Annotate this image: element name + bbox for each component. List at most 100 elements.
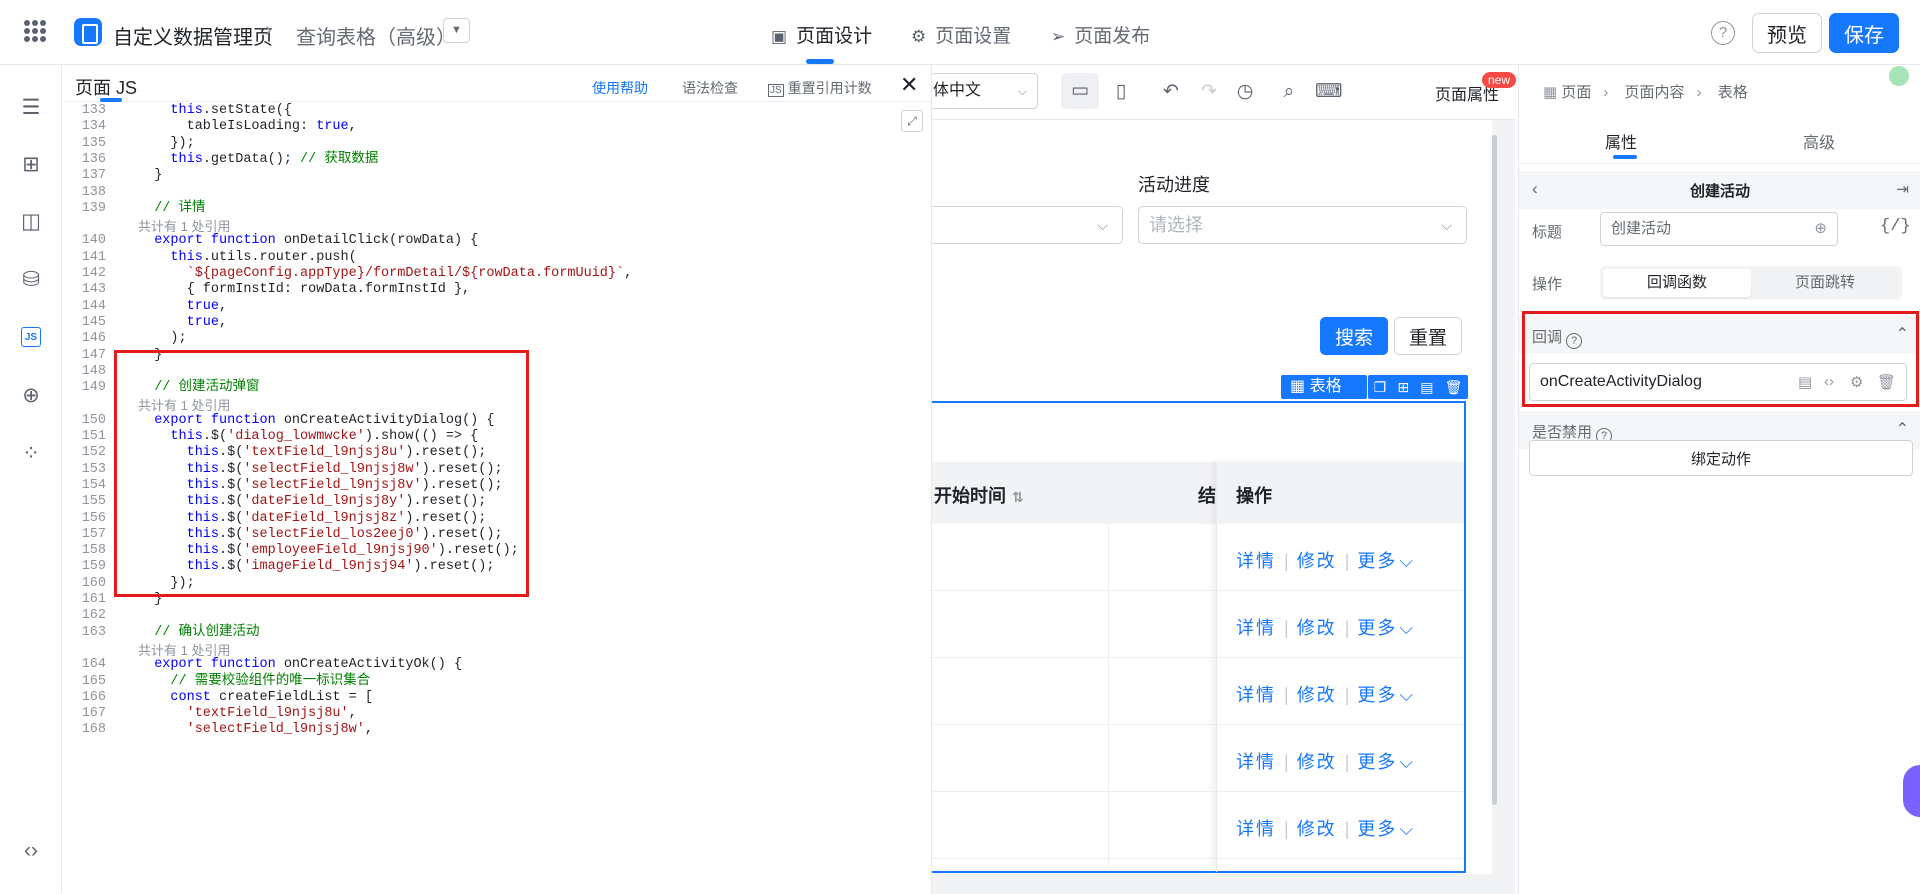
segment-callback[interactable]: 回调函数 (1603, 269, 1751, 297)
reset-button[interactable]: 重置 (1394, 317, 1462, 355)
globe-icon[interactable]: ⊕ (1814, 213, 1827, 245)
segment-page-jump[interactable]: 页面跳转 (1751, 269, 1899, 297)
breadcrumb-item[interactable]: 表格 (1718, 84, 1748, 101)
code-text[interactable]: // 需要校验组件的唯一标识集合 (138, 674, 370, 690)
table-row-divider (930, 791, 1464, 792)
filter-select-left[interactable]: ⌵ (900, 206, 1123, 244)
bind-action-button[interactable]: 绑定动作 (1529, 440, 1913, 476)
more-dropdown[interactable]: 更多 (1357, 752, 1397, 772)
code-text[interactable]: `${pageConfig.appType}/formDetail/${rowD… (138, 266, 633, 282)
copy-icon[interactable]: ❐ (1374, 379, 1387, 396)
code-text[interactable]: { formInstId: rowData.formInstId }, (138, 282, 471, 298)
exit-icon[interactable]: ⇥ (1896, 180, 1909, 198)
more-dropdown[interactable]: 更多 (1357, 551, 1397, 571)
tab-page-publish[interactable]: ➢ 页面发布 (1051, 21, 1150, 48)
breadcrumb-item[interactable]: 页面 (1561, 84, 1591, 101)
chevron-down-icon: ⌵ (1441, 217, 1452, 233)
keyboard-icon[interactable]: ⌨ (1315, 79, 1342, 105)
canvas-scrollbar[interactable] (1492, 135, 1497, 805)
code-text[interactable]: 'textField_l9njsj8u', (138, 706, 357, 722)
add-icon[interactable]: ⊞ (1397, 379, 1409, 396)
page-switch-dropdown[interactable]: ▼ (443, 18, 470, 43)
help-icon[interactable]: ? (1711, 21, 1735, 45)
tab-page-settings[interactable]: ⚙ 页面设置 (911, 21, 1011, 48)
app-grid-icon[interactable] (24, 20, 46, 42)
tab-advanced[interactable]: 高级 (1803, 129, 1835, 153)
code-text[interactable]: // 详情 (138, 201, 205, 217)
edit-link[interactable]: 修改 (1297, 551, 1337, 571)
page-name[interactable]: 查询表格（高级） (296, 21, 456, 50)
more-dropdown[interactable]: 更多 (1357, 618, 1397, 638)
preview-button[interactable]: 预览 (1752, 13, 1822, 53)
tab-page-design[interactable]: ▣ 页面设计 (771, 21, 872, 48)
detail-link[interactable]: 详情 (1236, 685, 1276, 705)
assistant-float-button[interactable] (1903, 765, 1920, 817)
language-select[interactable]: 体中文 ⌵ (930, 73, 1038, 109)
code-text[interactable]: tableIsLoading: true, (138, 119, 357, 135)
close-icon[interactable]: ✕ (900, 72, 918, 98)
desktop-view-icon[interactable]: ▭ (1061, 73, 1099, 109)
code-text[interactable]: const createFieldList = [ (138, 690, 373, 706)
plugins-icon[interactable]: ⁘ (19, 442, 43, 466)
settings-icon[interactable]: ▤ (1420, 379, 1433, 396)
table-component-tag[interactable]: ▦ 表格 (1281, 375, 1367, 399)
gear-icon: ⚙ (911, 27, 927, 46)
code-text[interactable]: ); (138, 331, 186, 347)
search-icon[interactable]: ⌕ (1276, 79, 1302, 105)
divider: | (1344, 551, 1350, 571)
edit-link[interactable]: 修改 (1297, 819, 1337, 839)
undo-icon[interactable]: ↶ (1158, 79, 1184, 105)
components-icon[interactable]: ⊞ (19, 153, 43, 177)
code-view-icon[interactable]: ‹› (19, 839, 43, 863)
line-number: 150 (81, 412, 106, 428)
detail-link[interactable]: 详情 (1236, 618, 1276, 638)
activity-progress-select[interactable]: 请选择 ⌵ (1138, 206, 1467, 244)
mobile-view-icon[interactable]: ▯ (1108, 79, 1134, 105)
edit-link[interactable]: 修改 (1297, 618, 1337, 638)
delete-icon[interactable]: 🗑 (1445, 379, 1463, 396)
code-text[interactable]: // 确认创建活动 (138, 625, 259, 641)
code-text[interactable]: this.setState({ (138, 103, 292, 119)
line-number: 147 (81, 347, 106, 363)
help-link[interactable]: 使用帮助 (592, 78, 648, 98)
more-dropdown[interactable]: 更多 (1357, 685, 1397, 705)
data-source-icon[interactable]: ⛁ (19, 268, 43, 292)
edit-link[interactable]: 修改 (1297, 752, 1337, 772)
app-title[interactable]: 自定义数据管理页 (113, 21, 273, 50)
line-number: 141 (81, 249, 106, 265)
history-icon[interactable]: ◷ (1232, 79, 1258, 105)
search-button[interactable]: 搜索 (1320, 317, 1388, 355)
code-text[interactable]: }); (138, 136, 194, 152)
detail-link[interactable]: 详情 (1236, 752, 1276, 772)
code-text[interactable]: true, (138, 299, 228, 315)
detail-link[interactable]: 详情 (1236, 819, 1276, 839)
code-text[interactable]: this.utils.router.push( (138, 250, 356, 266)
templates-icon[interactable]: ◫ (19, 210, 43, 234)
syntax-check-button[interactable]: 语法检查 (682, 78, 738, 98)
redo-icon[interactable]: ↷ (1196, 79, 1222, 105)
detail-link[interactable]: 详情 (1236, 551, 1276, 571)
reset-ref-count-button[interactable]: JS 重置引用计数 (768, 78, 872, 98)
title-input[interactable]: 创建活动 ⊕ (1600, 212, 1838, 246)
more-dropdown[interactable]: 更多 (1357, 819, 1397, 839)
column-header-end[interactable]: 结 (1198, 482, 1216, 508)
code-text[interactable]: export function onDetailClick(rowData) { (138, 233, 478, 249)
column-header-start-time[interactable]: 开始时间 ⇅ (934, 482, 1024, 508)
code-text[interactable]: true, (138, 315, 228, 331)
tab-properties[interactable]: 属性 (1605, 129, 1637, 153)
code-text[interactable]: export function onCreateActivityOk() { (138, 657, 462, 673)
divider: | (1344, 752, 1350, 772)
code-line: 138 (62, 185, 931, 201)
outline-tree-icon[interactable]: ☰ (19, 96, 43, 120)
globe-icon[interactable]: ⊕ (19, 384, 43, 408)
variable-binding-icon[interactable]: {/} (1880, 217, 1911, 236)
save-button[interactable]: 保存 (1829, 13, 1899, 53)
line-number: 149 (81, 380, 106, 396)
sort-icon[interactable]: ⇅ (1012, 489, 1024, 505)
code-text[interactable]: } (138, 168, 162, 184)
code-text[interactable]: 'selectField_l9njsj8w', (138, 722, 373, 738)
js-code-icon[interactable]: JS (21, 327, 41, 347)
edit-link[interactable]: 修改 (1297, 685, 1337, 705)
code-text[interactable]: this.getData(); // 获取数据 (138, 152, 378, 168)
breadcrumb-item[interactable]: 页面内容 (1625, 84, 1685, 101)
